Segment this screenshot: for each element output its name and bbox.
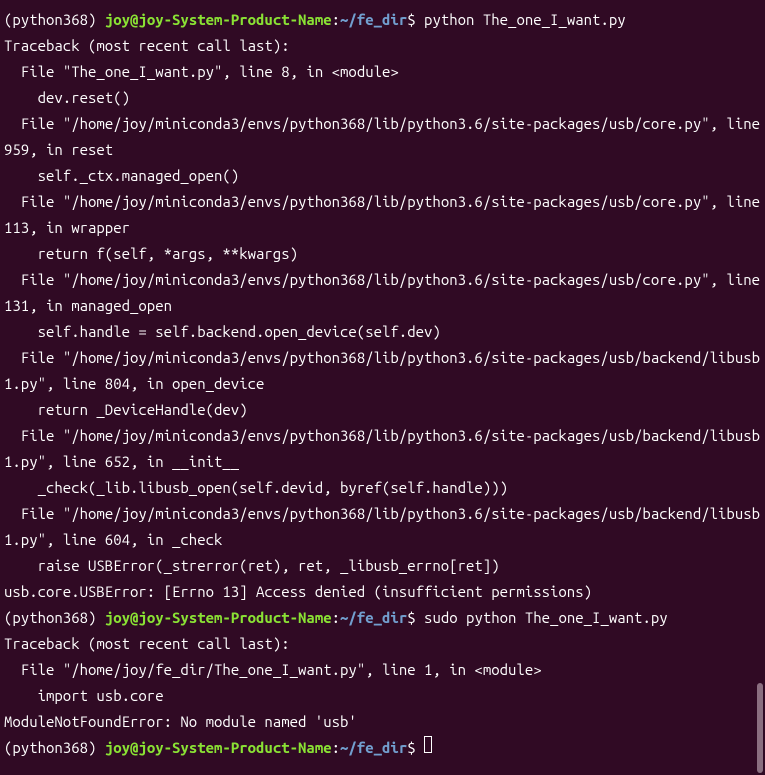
colon: : <box>332 609 340 626</box>
traceback-line: import usb.core <box>4 687 164 704</box>
env-name: (python368) <box>4 739 105 756</box>
traceback-line: return f(self, *args, **kwargs) <box>4 245 298 262</box>
user-host: joy@joy-System-Product-Name <box>105 609 332 626</box>
terminal-output[interactable]: (python368) joy@joy-System-Product-Name:… <box>4 7 761 761</box>
traceback-line: Traceback (most recent call last): <box>4 635 290 652</box>
traceback-line: return _DeviceHandle(dev) <box>4 401 248 418</box>
prompt-line-1: (python368) joy@joy-System-Product-Name:… <box>4 11 626 28</box>
traceback-line: File "/home/joy/fe_dir/The_one_I_want.py… <box>4 661 542 678</box>
traceback-line: File "/home/joy/miniconda3/envs/python36… <box>4 427 760 470</box>
env-name: (python368) <box>4 609 105 626</box>
traceback-line: File "/home/joy/miniconda3/envs/python36… <box>4 505 760 548</box>
cwd-path: ~/fe_dir <box>340 11 407 28</box>
traceback-line: raise USBError(_strerror(ret), ret, _lib… <box>4 557 500 574</box>
traceback-line: Traceback (most recent call last): <box>4 37 290 54</box>
dollar: $ <box>407 609 424 626</box>
prompt-line-2: (python368) joy@joy-System-Product-Name:… <box>4 609 668 626</box>
traceback-line: dev.reset() <box>4 89 130 106</box>
env-name: (python368) <box>4 11 105 28</box>
traceback-line: File "/home/joy/miniconda3/envs/python36… <box>4 349 760 392</box>
traceback-line: ModuleNotFoundError: No module named 'us… <box>4 713 357 730</box>
traceback-line: usb.core.USBError: [Errno 13] Access den… <box>4 583 592 600</box>
traceback-line: File "/home/joy/miniconda3/envs/python36… <box>4 193 765 236</box>
traceback-line: self._ctx.managed_open() <box>4 167 239 184</box>
traceback-line: File "The_one_I_want.py", line 8, in <mo… <box>4 63 399 80</box>
cwd-path: ~/fe_dir <box>340 609 407 626</box>
user-host: joy@joy-System-Product-Name <box>105 739 332 756</box>
cwd-path: ~/fe_dir <box>340 739 407 756</box>
traceback-line: File "/home/joy/miniconda3/envs/python36… <box>4 271 765 314</box>
dollar: $ <box>407 739 424 756</box>
prompt-line-3: (python368) joy@joy-System-Product-Name:… <box>4 739 432 756</box>
user-host: joy@joy-System-Product-Name <box>105 11 332 28</box>
command-2: sudo python The_one_I_want.py <box>424 609 668 626</box>
traceback-line: self.handle = self.backend.open_device(s… <box>4 323 441 340</box>
dollar: $ <box>407 11 424 28</box>
cursor[interactable] <box>424 736 432 753</box>
traceback-line: _check(_lib.libusb_open(self.devid, byre… <box>4 479 508 496</box>
colon: : <box>332 11 340 28</box>
scrollbar-thumb[interactable] <box>757 683 763 773</box>
colon: : <box>332 739 340 756</box>
traceback-line: File "/home/joy/miniconda3/envs/python36… <box>4 115 765 158</box>
command-1: python The_one_I_want.py <box>424 11 626 28</box>
